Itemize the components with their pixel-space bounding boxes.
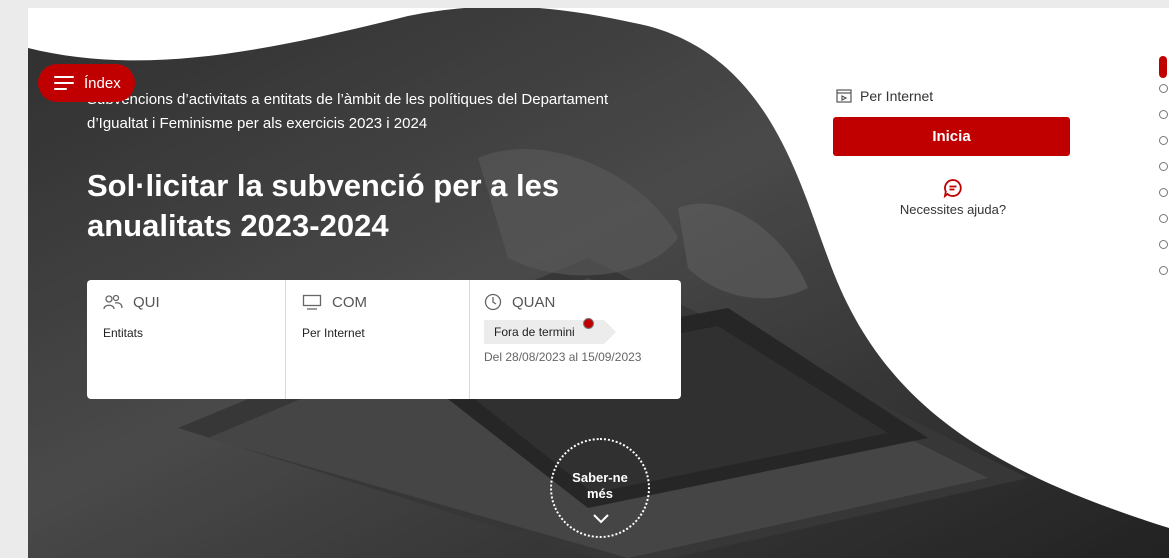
chevron-down-icon <box>593 514 609 524</box>
progress-dot[interactable] <box>1159 84 1168 93</box>
channel-label: Per Internet <box>836 88 933 104</box>
progress-dot[interactable] <box>1159 188 1168 197</box>
progress-dot-active[interactable] <box>1159 56 1167 78</box>
progress-dot[interactable] <box>1159 266 1168 275</box>
progress-dot[interactable] <box>1159 136 1168 145</box>
when-column: QUAN Fora de termini Del 28/08/2023 al 1… <box>470 280 680 399</box>
read-more-button[interactable]: Saber-ne més <box>550 438 650 538</box>
read-more-line1: Saber-ne <box>572 470 628 485</box>
help-label: Necessites ajuda? <box>899 202 1007 217</box>
who-value: Entitats <box>103 326 144 340</box>
how-value: Per Internet <box>302 326 365 340</box>
how-column: COM Per Internet <box>286 280 470 399</box>
status-badge: Fora de termini <box>484 318 616 344</box>
read-more-line2: més <box>586 486 614 501</box>
page-title: Sol·licitar la subvenció per a les anual… <box>87 168 560 243</box>
who-label: QUI <box>133 293 160 311</box>
date-range: Del 28/08/2023 al 15/09/2023 <box>484 350 642 364</box>
help-link[interactable]: Necessites ajuda? <box>883 178 1023 217</box>
monitor-icon <box>302 294 322 310</box>
index-button[interactable]: Índex <box>38 64 135 102</box>
progress-dot[interactable] <box>1159 214 1168 223</box>
channel-text: Per Internet <box>860 88 934 104</box>
start-button[interactable]: Inicia <box>833 117 1070 156</box>
status-label: Fora de termini <box>494 325 575 339</box>
when-label: QUAN <box>512 293 556 311</box>
page-frame: Índex Subvencions d’activitats a entitat… <box>28 8 1169 558</box>
menu-icon <box>54 76 74 90</box>
chat-icon <box>943 179 962 198</box>
progress-dot[interactable] <box>1159 240 1168 249</box>
index-label: Índex <box>84 74 121 92</box>
progress-dot[interactable] <box>1159 110 1168 119</box>
info-card: QUI Entitats COM Per Internet QUAN Fora … <box>87 280 681 399</box>
section-progress <box>1157 56 1169 292</box>
browser-icon <box>836 89 852 103</box>
who-column: QUI Entitats <box>87 280 286 399</box>
procedure-subtitle: Subvencions d’activitats a entitats de l… <box>87 91 609 132</box>
progress-dot[interactable] <box>1159 162 1168 171</box>
people-icon <box>103 294 123 310</box>
clock-icon <box>484 293 502 311</box>
status-dot-icon <box>582 318 594 329</box>
how-label: COM <box>332 293 367 311</box>
